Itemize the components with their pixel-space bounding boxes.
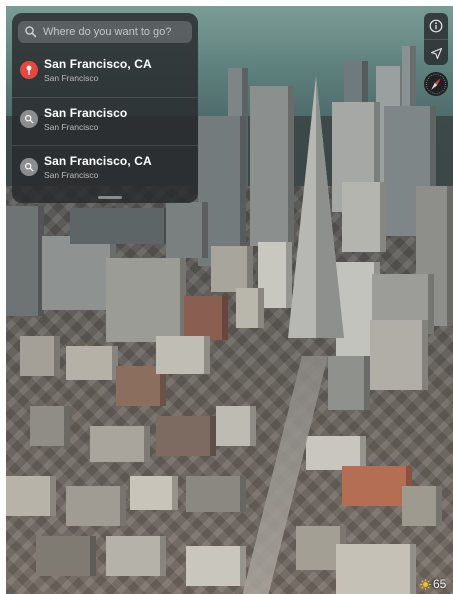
location-arrow-icon: [430, 47, 442, 59]
building: [42, 236, 116, 310]
building: [156, 416, 216, 456]
result-title: San Francisco, CA: [44, 154, 152, 168]
building: [66, 486, 126, 526]
info-button[interactable]: [424, 13, 448, 39]
building: [328, 356, 370, 410]
search-icon: [25, 26, 37, 38]
building: [370, 320, 428, 390]
building: [166, 202, 208, 258]
weather-indicator: 65: [420, 576, 446, 592]
search-result-1[interactable]: San Francisco, CA San Francisco: [12, 49, 198, 95]
building: [336, 544, 416, 594]
search-result-2[interactable]: San Francisco San Francisco: [12, 97, 198, 144]
sun-icon: [420, 578, 431, 590]
building: [306, 436, 366, 470]
compass-button[interactable]: [424, 72, 448, 96]
building: [216, 406, 256, 446]
building: [70, 208, 170, 244]
magnifier-icon: [20, 158, 38, 176]
building: [90, 426, 150, 462]
magnifier-icon: [20, 110, 38, 128]
building: [130, 476, 178, 510]
search-result-3[interactable]: San Francisco, CA San Francisco: [12, 145, 198, 192]
building: [184, 296, 228, 340]
info-icon: [429, 19, 443, 33]
compass-icon: [426, 74, 446, 94]
result-subtitle: San Francisco: [44, 170, 99, 180]
building: [106, 258, 186, 342]
building: [186, 476, 246, 512]
building: [402, 486, 442, 526]
search-field[interactable]: [18, 21, 192, 43]
building: [106, 536, 166, 576]
building: [30, 406, 70, 446]
building: [36, 536, 96, 576]
building: [66, 346, 118, 380]
temperature-label: 65: [433, 577, 447, 591]
result-subtitle: San Francisco: [44, 122, 99, 132]
result-subtitle: San Francisco: [44, 73, 99, 83]
building: [6, 476, 56, 516]
building: [211, 246, 253, 292]
building: [342, 182, 386, 252]
map-controls: [424, 13, 448, 65]
pyramid-shadow-face: [316, 76, 344, 338]
card-grabber-handle[interactable]: [98, 196, 122, 199]
pin-icon: [20, 61, 38, 79]
result-title: San Francisco, CA: [44, 57, 152, 71]
search-card: San Francisco, CA San Francisco San Fran…: [12, 13, 198, 203]
building: [6, 206, 44, 316]
result-title: San Francisco: [44, 106, 128, 120]
building: [156, 336, 210, 374]
building: [20, 336, 60, 376]
building: [186, 546, 246, 586]
search-input[interactable]: [39, 26, 192, 38]
building: [236, 288, 264, 328]
current-location-button[interactable]: [424, 39, 448, 66]
